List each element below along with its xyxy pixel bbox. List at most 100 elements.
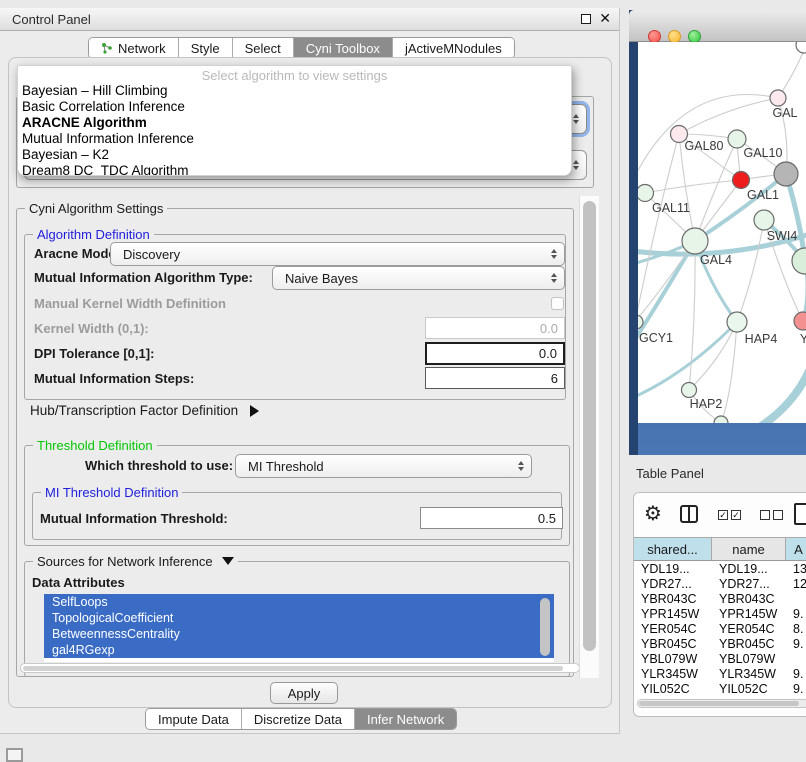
settings-group-title: Cyni Algorithm Settings bbox=[25, 201, 167, 216]
table-row[interactable]: YIL052CYIL052C9. bbox=[634, 682, 806, 697]
network-node[interactable] bbox=[714, 416, 728, 423]
tab-select[interactable]: Select bbox=[233, 38, 294, 58]
table-row[interactable]: YBR045CYBR045C9. bbox=[634, 637, 806, 652]
unchecked-checkbox-icon[interactable] bbox=[760, 510, 770, 520]
network-canvas[interactable]: GALGAL80GAL10GAL1GAL11SWI4GAL4GCY1HAP4YH… bbox=[638, 42, 806, 423]
table-row[interactable]: YBL079WYBL079W bbox=[634, 652, 806, 667]
attributes-vscrollbar[interactable] bbox=[540, 598, 550, 656]
settings-hscrollbar[interactable] bbox=[20, 663, 580, 673]
table-cell: 13 bbox=[786, 562, 806, 577]
table-cell: YBR043C bbox=[634, 592, 712, 607]
float-window-icon[interactable] bbox=[581, 14, 591, 24]
attribute-item-gal4rgexp[interactable]: gal4RGexp bbox=[44, 642, 554, 658]
dropdown-item-aracne-algorithm[interactable]: ARACNE Algorithm bbox=[18, 115, 571, 131]
node-label-hap4: HAP4 bbox=[745, 332, 778, 346]
checked-checkbox-icon[interactable]: ✓ bbox=[731, 510, 741, 520]
mi-steps-field[interactable]: 6 bbox=[425, 367, 565, 389]
aracne-mode-label: Aracne Mode: bbox=[34, 246, 120, 261]
network-icon bbox=[101, 42, 113, 54]
manual-kernel-checkbox[interactable] bbox=[551, 297, 564, 310]
column-header-name[interactable]: name bbox=[712, 538, 786, 560]
hscrollbar-thumb[interactable] bbox=[23, 666, 563, 672]
dpi-tolerance-field[interactable]: 0.0 bbox=[425, 342, 565, 365]
column-header-shared[interactable]: shared... bbox=[634, 538, 712, 560]
table-hscrollbar[interactable] bbox=[637, 699, 806, 708]
network-node-gal11[interactable] bbox=[638, 185, 654, 202]
settings-scrollbar-thumb[interactable] bbox=[583, 201, 596, 651]
hub-definition-toggle[interactable]: Hub/Transcription Factor Definition bbox=[30, 403, 259, 418]
node-label-hap2: HAP2 bbox=[690, 397, 723, 411]
table-row[interactable]: YPR145WYPR145W9. bbox=[634, 607, 806, 622]
gear-icon[interactable]: ⚙ bbox=[644, 501, 662, 526]
apply-button[interactable]: Apply bbox=[270, 682, 338, 704]
dpi-tolerance-label: DPI Tolerance [0,1]: bbox=[34, 346, 154, 361]
dropdown-item-basic-correlation-inference[interactable]: Basic Correlation Inference bbox=[18, 99, 571, 115]
network-node-gal1[interactable] bbox=[733, 172, 750, 189]
dropdown-item-dream8-dc-tdc-algorithm[interactable]: Dream8 DC_TDC Algorithm bbox=[18, 163, 571, 176]
table-cell: YDL19... bbox=[712, 562, 786, 577]
table-hscrollbar-thumb[interactable] bbox=[639, 701, 799, 706]
table-cell: YDL19... bbox=[634, 562, 712, 577]
tab-jactivemnodules[interactable]: jActiveMNodules bbox=[393, 38, 514, 58]
algorithm-definition-title: Algorithm Definition bbox=[33, 227, 154, 242]
mi-threshold-field[interactable]: 0.5 bbox=[420, 507, 563, 529]
tab-cyni-toolbox[interactable]: Cyni Toolbox bbox=[294, 38, 393, 58]
attribute-item-selfloops[interactable]: SelfLoops bbox=[44, 594, 554, 610]
table-row[interactable]: YDR27...YDR27...12 bbox=[634, 577, 806, 592]
network-window-titlebar[interactable] bbox=[629, 10, 806, 42]
table-row[interactable]: YER054CYER054C8. bbox=[634, 622, 806, 637]
network-node-gal[interactable] bbox=[770, 90, 786, 106]
table-row[interactable]: YLR345WYLR345W9. bbox=[634, 667, 806, 682]
table-row[interactable]: YDL19...YDL19...13 bbox=[634, 562, 806, 577]
control-panel-window: Control Panel ✕ NetworkStyle Select Cyni T… bbox=[0, 8, 620, 734]
sources-title[interactable]: Sources for Network Inference bbox=[33, 554, 238, 569]
close-icon[interactable]: ✕ bbox=[599, 10, 611, 27]
network-node[interactable] bbox=[796, 42, 806, 53]
mi-type-combo[interactable]: Naive Bayes bbox=[272, 266, 565, 290]
network-node[interactable] bbox=[774, 162, 798, 186]
which-threshold-label: Which threshold to use: bbox=[85, 458, 233, 473]
unchecked-checkbox-icon[interactable] bbox=[773, 510, 783, 520]
node-label-gal11: GAL11 bbox=[652, 201, 690, 215]
columns-icon[interactable] bbox=[680, 505, 698, 523]
network-node-swi4[interactable] bbox=[754, 210, 774, 230]
dropdown-item-bayesian-k2[interactable]: Bayesian – K2 bbox=[18, 147, 571, 163]
network-window-frame-left bbox=[629, 10, 638, 455]
tab-label: Select bbox=[245, 41, 281, 56]
tab-impute-data[interactable]: Impute Data bbox=[146, 709, 242, 729]
table-panel-title: Table Panel bbox=[636, 466, 704, 481]
document-icon[interactable] bbox=[794, 503, 806, 525]
dropdown-item-bayesian-hill-climbing[interactable]: Bayesian – Hill Climbing bbox=[18, 83, 571, 99]
network-node-hap4[interactable] bbox=[727, 312, 747, 332]
combo-arrows-icon bbox=[518, 461, 524, 471]
table-panel: ⚙ ✓ ✓ shared... name A YDL19...YDL19...1… bbox=[633, 492, 806, 717]
aracne-mode-combo[interactable]: Discovery bbox=[110, 242, 565, 266]
table-cell: YER054C bbox=[712, 622, 786, 637]
tab-network[interactable]: Network bbox=[89, 38, 179, 58]
which-threshold-combo[interactable]: MI Threshold bbox=[235, 454, 532, 478]
network-node-y[interactable] bbox=[794, 312, 806, 330]
combo-arrows-icon bbox=[573, 160, 579, 170]
data-attributes-list[interactable]: SelfLoopsTopologicalCoefficientBetweenne… bbox=[44, 594, 554, 662]
node-label-gal4: GAL4 bbox=[700, 253, 732, 267]
attribute-item-betweennesscentrality[interactable]: BetweennessCentrality bbox=[44, 626, 554, 642]
tab-style[interactable]: Style bbox=[179, 38, 233, 58]
table-cell: YBL079W bbox=[712, 652, 786, 667]
control-panel-titlebar[interactable]: Control Panel ✕ bbox=[0, 8, 619, 31]
dropdown-item-mutual-information-inference[interactable]: Mutual Information Inference bbox=[18, 131, 571, 147]
tab-infer-network[interactable]: Infer Network bbox=[355, 709, 456, 729]
table-toolbar: ⚙ ✓ ✓ bbox=[634, 493, 806, 537]
attribute-item-topologicalcoefficient[interactable]: TopologicalCoefficient bbox=[44, 610, 554, 626]
table-cell: 9. bbox=[786, 682, 806, 697]
table-row[interactable]: YBR043CYBR043C bbox=[634, 592, 806, 607]
minimized-panel-icon[interactable] bbox=[6, 748, 23, 762]
table-body: YDL19...YDL19...13YDR27...YDR27...12YBR0… bbox=[634, 562, 806, 698]
checked-checkbox-icon[interactable]: ✓ bbox=[718, 510, 728, 520]
kernel-width-field[interactable]: 0.0 bbox=[425, 317, 565, 339]
table-cell bbox=[786, 652, 806, 667]
network-node-hap2[interactable] bbox=[682, 383, 697, 398]
column-header-partial[interactable]: A bbox=[786, 538, 806, 560]
tab-discretize-data[interactable]: Discretize Data bbox=[242, 709, 355, 729]
network-node[interactable] bbox=[792, 248, 806, 274]
network-node-gal4[interactable] bbox=[682, 228, 708, 254]
